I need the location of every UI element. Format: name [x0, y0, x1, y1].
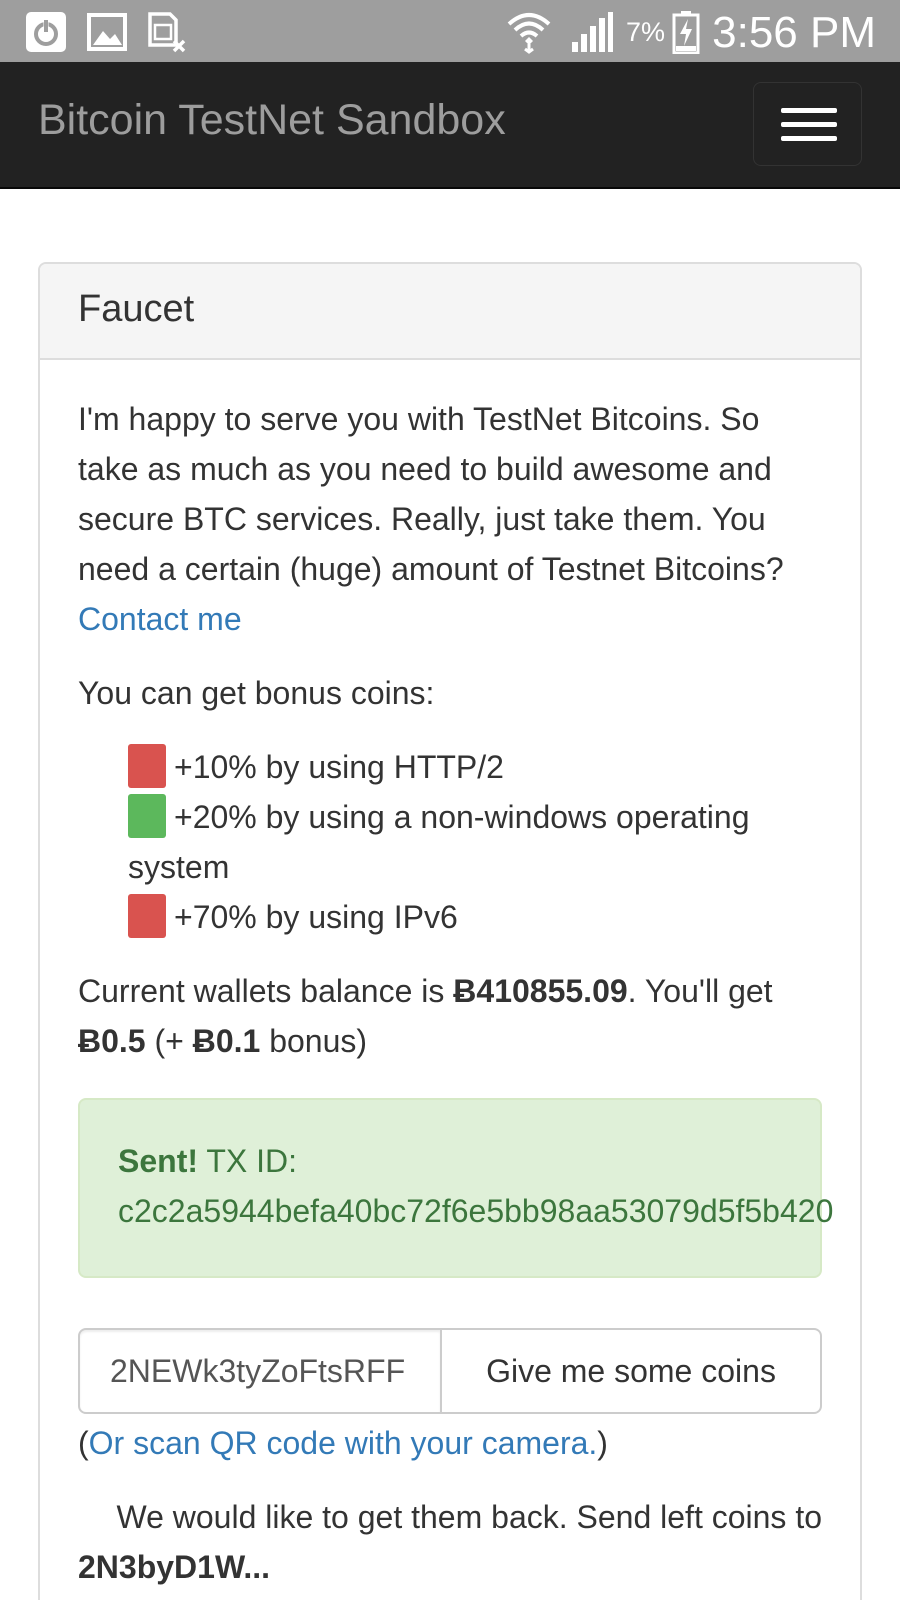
intro-paragraph: I'm happy to serve you with TestNet Bitc…: [78, 394, 822, 644]
balance-prefix: Current wallets balance is: [78, 973, 454, 1009]
payout-amount: Ƀ0.5: [78, 1023, 146, 1059]
panel-heading: Faucet: [40, 264, 860, 360]
bonus-amount: Ƀ0.1: [192, 1023, 261, 1059]
wallet-balance: Ƀ410855.09: [453, 973, 628, 1009]
sim-blocked-icon: [148, 12, 186, 53]
hamburger-menu-icon: [781, 108, 837, 113]
bonus-text: +10% by using HTTP/2: [174, 749, 504, 785]
contact-link[interactable]: Contact me: [78, 601, 242, 637]
alert-label: TX ID:: [198, 1143, 297, 1179]
scan-paragraph: (Or scan QR code with your camera.): [78, 1418, 822, 1468]
bonus-text: +20% by using a non-windows operating sy…: [128, 799, 750, 885]
signal-icon: [572, 12, 613, 52]
bonus-label: You can get bonus coins:: [78, 675, 435, 711]
balance-middle: . You'll get: [627, 973, 773, 1009]
navbar: Bitcoin TestNet Sandbox: [0, 62, 900, 189]
bonus-item-http2: +10% by using HTTP/2: [128, 742, 822, 792]
bonus-text: +70% by using IPv6: [174, 899, 458, 935]
panel-title: Faucet: [78, 288, 195, 330]
return-address[interactable]: 2N3byD1W...: [78, 1542, 822, 1592]
bonus-item-ipv6: +70% by using IPv6: [128, 892, 822, 942]
hamburger-menu-icon: [781, 136, 837, 141]
status-square-red: [128, 744, 166, 788]
status-square-green: [128, 794, 166, 838]
balance-suffix: bonus): [260, 1023, 368, 1059]
bonus-prefix: (+: [145, 1023, 193, 1059]
address-input-group: Give me some coins: [78, 1328, 822, 1414]
bonus-list: +10% by using HTTP/2 +20% by using a non…: [78, 742, 822, 942]
hamburger-menu-icon: [781, 122, 837, 127]
balance-paragraph: Current wallets balance is Ƀ410855.09. Y…: [78, 966, 822, 1066]
image-icon: [87, 13, 127, 51]
clock: 3:56 PM: [712, 8, 876, 57]
status-square-red: [128, 894, 166, 938]
scan-qr-link[interactable]: Or scan QR code with your camera.: [89, 1425, 598, 1461]
wifi-icon: [507, 13, 551, 54]
sendback-text: We would like to get them back. Send lef…: [116, 1499, 822, 1535]
give-coins-button[interactable]: Give me some coins: [442, 1328, 822, 1414]
power-icon: [26, 12, 66, 52]
alert-strong: Sent!: [118, 1143, 198, 1179]
scan-close-paren: ): [597, 1425, 608, 1461]
brand-title[interactable]: Bitcoin TestNet Sandbox: [38, 96, 506, 145]
status-bar: 7% 3:56 PM: [0, 0, 900, 62]
address-input[interactable]: [78, 1328, 442, 1414]
battery-charging-icon: [672, 11, 700, 54]
panel-body: I'm happy to serve you with TestNet Bitc…: [40, 360, 860, 1592]
success-alert: Sent! TX ID: c2c2a5944befa40bc72f6e5bb98…: [78, 1098, 833, 1278]
faucet-panel: Faucet I'm happy to serve you with TestN…: [38, 262, 862, 1600]
scan-open-paren: (: [78, 1425, 89, 1461]
bonus-item-non-windows: +20% by using a non-windows operating sy…: [128, 792, 822, 892]
menu-toggle-button[interactable]: [753, 82, 862, 166]
tx-id[interactable]: c2c2a5944befa40bc72f6e5bb98aa53079d5f5b4…: [118, 1186, 833, 1236]
battery-percent: 7%: [626, 17, 666, 47]
intro-text: I'm happy to serve you with TestNet Bitc…: [78, 401, 784, 587]
